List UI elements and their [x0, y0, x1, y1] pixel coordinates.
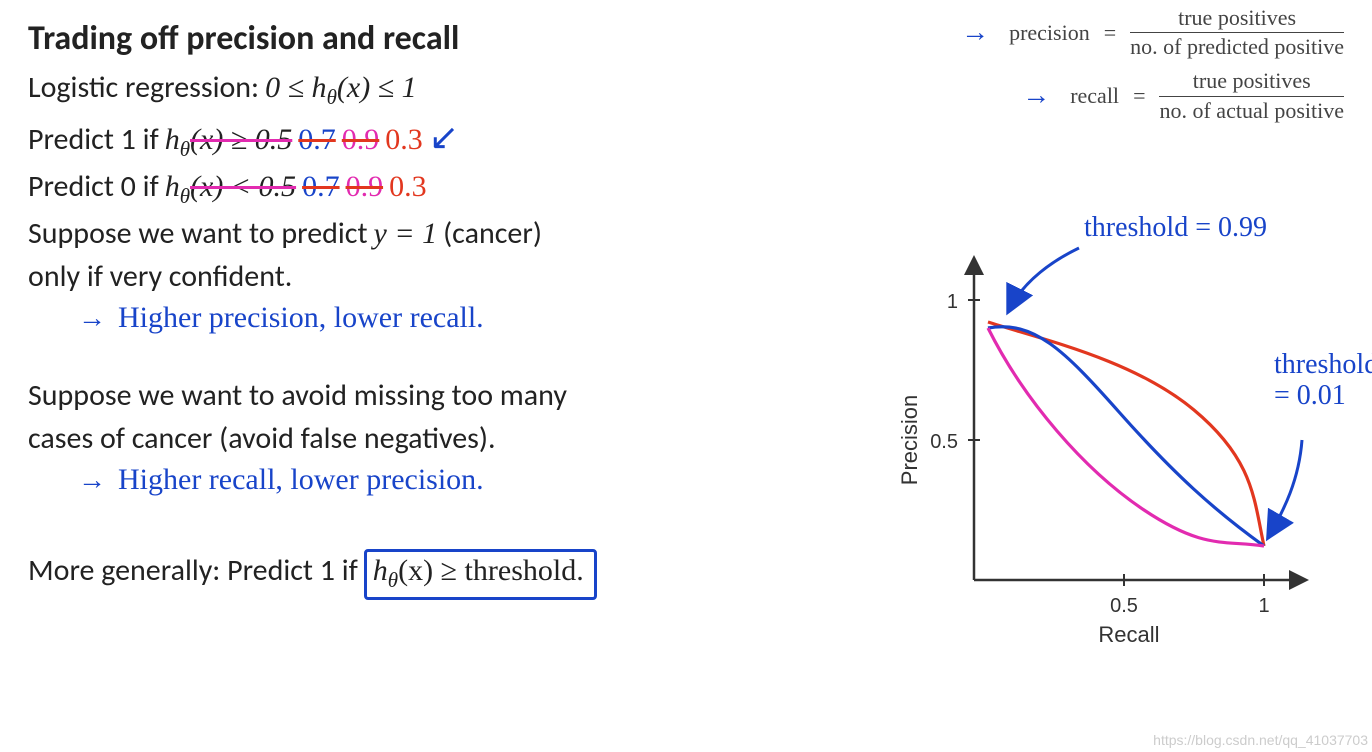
numerator: true positives	[1159, 69, 1344, 96]
suppose1-line1: Suppose we want to predict y = 1 (cancer…	[28, 215, 848, 252]
threshold-box: hθ(x) ≥ threshold.	[364, 549, 597, 600]
threshold-05: (x) < 0.5	[190, 170, 296, 203]
annotation-2-text: Higher recall, lower precision.	[118, 463, 484, 497]
y-axis-label: Precision	[897, 395, 922, 485]
suppose2-line2: cases of cancer (avoid false negatives).	[28, 420, 848, 457]
denominator: no. of predicted positive	[1130, 33, 1344, 59]
more-generally-line: More generally: Predict 1 if hθ(x) ≥ thr…	[28, 549, 848, 600]
arrow-icon: →	[961, 17, 989, 49]
chart-annotation-low: threshold = 0.01	[1274, 350, 1372, 412]
chart-annotation-low-b: = 0.01	[1274, 381, 1372, 412]
predict0-prefix: Predict 0 if	[28, 168, 159, 205]
recall-label: recall	[1070, 83, 1119, 109]
chart-annotation-low-a: threshold	[1274, 350, 1372, 381]
threshold-05: (x) ≥ 0.5	[190, 123, 292, 156]
threshold-09: 0.9	[342, 123, 380, 157]
arrow-icon	[1009, 248, 1079, 310]
more-generally-prefix: More generally: Predict 1 if	[28, 552, 358, 589]
x-tick-05: 0.5	[1110, 595, 1138, 617]
arrow-icon	[1269, 440, 1302, 536]
x-axis-label: Recall	[1098, 622, 1159, 647]
predict1-prefix: Predict 1 if	[28, 121, 159, 158]
suppose2-a: Suppose we want to avoid missing too man…	[28, 377, 567, 414]
predict0-line: Predict 0 if hθ(x) < 0.5 0.7 0.9 0.3	[28, 168, 848, 209]
y-tick-1: 1	[947, 291, 958, 313]
math-expr: hθ(x) < 0.5	[165, 170, 296, 209]
suppose1-b: (cancer)	[443, 215, 542, 252]
x-tick-1: 1	[1258, 595, 1269, 617]
numerator: true positives	[1130, 6, 1344, 33]
math-tail: (x) ≥ threshold.	[398, 554, 584, 587]
annotation-2: → Higher recall, lower precision.	[28, 463, 848, 497]
precision-formula: → precision = true positives no. of pred…	[864, 6, 1344, 59]
suppose1-math: y = 1	[374, 217, 438, 251]
chart-annotation-high: threshold = 0.99	[1084, 212, 1267, 244]
math-expr: 0 ≤ hθ(x) ≤ 1	[265, 71, 417, 110]
threshold-09: 0.9	[346, 170, 384, 204]
logistic-prefix: Logistic regression:	[28, 69, 259, 106]
arrow-icon: →	[78, 465, 106, 497]
suppose1-a: Suppose we want to predict	[28, 215, 368, 252]
predict1-line: Predict 1 if hθ(x) ≥ 0.5 0.7 0.9 0.3 ↙	[28, 116, 848, 162]
denominator: no. of actual positive	[1159, 97, 1344, 123]
watermark: https://blog.csdn.net/qq_41037703	[1153, 732, 1368, 748]
math-part: h	[373, 554, 388, 587]
equals-sign: =	[1104, 20, 1116, 46]
fraction: true positives no. of predicted positive	[1130, 6, 1344, 59]
math-sub: θ	[327, 85, 337, 109]
math-part: 0 ≤ h	[265, 71, 326, 104]
suppose2-line1: Suppose we want to avoid missing too man…	[28, 377, 848, 414]
annotation-1: → Higher precision, lower recall.	[28, 301, 848, 335]
math-part: h	[165, 123, 180, 156]
arrow-icon: →	[1022, 80, 1050, 112]
math-part: h	[165, 170, 180, 203]
math-sub: θ	[180, 184, 190, 208]
threshold-07: 0.7	[298, 123, 336, 157]
math-part: (x) ≤ 1	[337, 71, 417, 104]
fraction: true positives no. of actual positive	[1159, 69, 1344, 122]
equals-sign: =	[1133, 83, 1145, 109]
slide-title: Trading off precision and recall	[28, 18, 848, 59]
threshold-03: 0.3	[389, 170, 427, 204]
arrow-point-icon: ↙	[429, 116, 459, 158]
suppose1-c: only if very confident.	[28, 258, 292, 295]
logistic-line: Logistic regression: 0 ≤ hθ(x) ≤ 1	[28, 69, 848, 110]
threshold-07: 0.7	[302, 170, 340, 204]
math-sub: θ	[388, 568, 398, 592]
formula-block: → precision = true positives no. of pred…	[864, 6, 1344, 133]
recall-formula: → recall = true positives no. of actual …	[864, 69, 1344, 122]
pr-chart: 1 0.5 0.5 1 Precision Recall threshold =…	[884, 240, 1344, 660]
threshold-03: 0.3	[385, 123, 423, 157]
math-sub: θ	[180, 137, 190, 161]
math-expr: hθ(x) ≥ 0.5	[165, 123, 293, 162]
suppose1-line2: only if very confident.	[28, 258, 848, 295]
y-tick-05: 0.5	[930, 431, 958, 453]
annotation-1-text: Higher precision, lower recall.	[118, 301, 484, 335]
suppose2-b: cases of cancer (avoid false negatives).	[28, 420, 496, 457]
precision-label: precision	[1009, 20, 1090, 46]
arrow-icon: →	[78, 303, 106, 335]
